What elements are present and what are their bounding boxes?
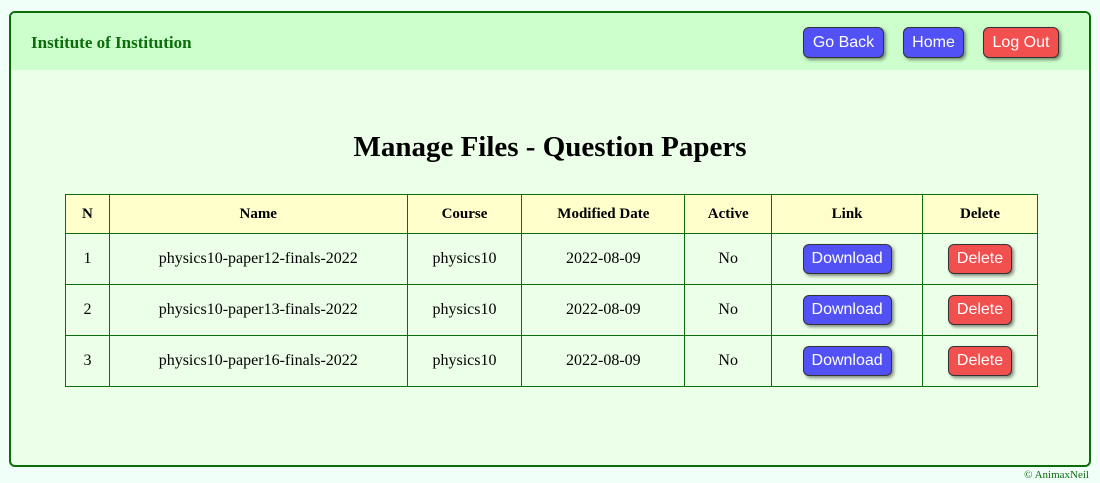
column-header-n: N <box>65 194 110 234</box>
column-header-delete: Delete <box>922 194 1038 234</box>
row-number: 2 <box>65 284 110 336</box>
table-header-row: N Name Course Modified Date Active Link … <box>65 194 1038 234</box>
column-header-active: Active <box>684 194 773 234</box>
brand-title: Institute of Institution <box>31 33 192 52</box>
file-modified-date: 2022-08-09 <box>521 284 686 336</box>
file-course: physics10 <box>406 233 523 285</box>
link-cell: Download <box>771 284 924 336</box>
files-table: N Name Course Modified Date Active Link … <box>65 194 1038 387</box>
row-number: 1 <box>65 233 110 285</box>
download-button[interactable]: Download <box>802 244 892 274</box>
table-row: 1 physics10-paper12-finals-2022 physics1… <box>65 233 1038 285</box>
go-back-button[interactable]: Go Back <box>803 27 884 58</box>
column-header-course: Course <box>406 194 523 234</box>
delete-cell: Delete <box>922 335 1038 387</box>
copyright-footer: © AnimaxNeil <box>1024 469 1089 481</box>
delete-button[interactable]: Delete <box>948 346 1013 376</box>
main-frame: Institute of Institution Go Back Home Lo… <box>9 11 1091 467</box>
file-active-status: No <box>684 335 773 387</box>
page-title: Manage Files - Question Papers <box>353 131 747 163</box>
table-row: 2 physics10-paper13-finals-2022 physics1… <box>65 284 1038 336</box>
file-name: physics10-paper16-finals-2022 <box>108 335 408 387</box>
delete-button[interactable]: Delete <box>948 244 1013 274</box>
file-name: physics10-paper13-finals-2022 <box>108 284 408 336</box>
delete-cell: Delete <box>922 233 1038 285</box>
column-header-name: Name <box>108 194 408 234</box>
link-cell: Download <box>771 335 924 387</box>
file-active-status: No <box>684 284 773 336</box>
column-header-modified-date: Modified Date <box>521 194 686 234</box>
header-bar: Institute of Institution Go Back Home Lo… <box>11 13 1089 70</box>
table-row: 3 physics10-paper16-finals-2022 physics1… <box>65 335 1038 387</box>
file-modified-date: 2022-08-09 <box>521 233 686 285</box>
row-number: 3 <box>65 335 110 387</box>
file-active-status: No <box>684 233 773 285</box>
file-course: physics10 <box>406 335 523 387</box>
link-cell: Download <box>771 233 924 285</box>
file-modified-date: 2022-08-09 <box>521 335 686 387</box>
column-header-link: Link <box>771 194 924 234</box>
delete-cell: Delete <box>922 284 1038 336</box>
download-button[interactable]: Download <box>802 295 892 325</box>
home-button[interactable]: Home <box>903 27 964 58</box>
logout-button[interactable]: Log Out <box>983 27 1059 58</box>
file-name: physics10-paper12-finals-2022 <box>108 233 408 285</box>
file-course: physics10 <box>406 284 523 336</box>
delete-button[interactable]: Delete <box>948 295 1013 325</box>
download-button[interactable]: Download <box>802 346 892 376</box>
